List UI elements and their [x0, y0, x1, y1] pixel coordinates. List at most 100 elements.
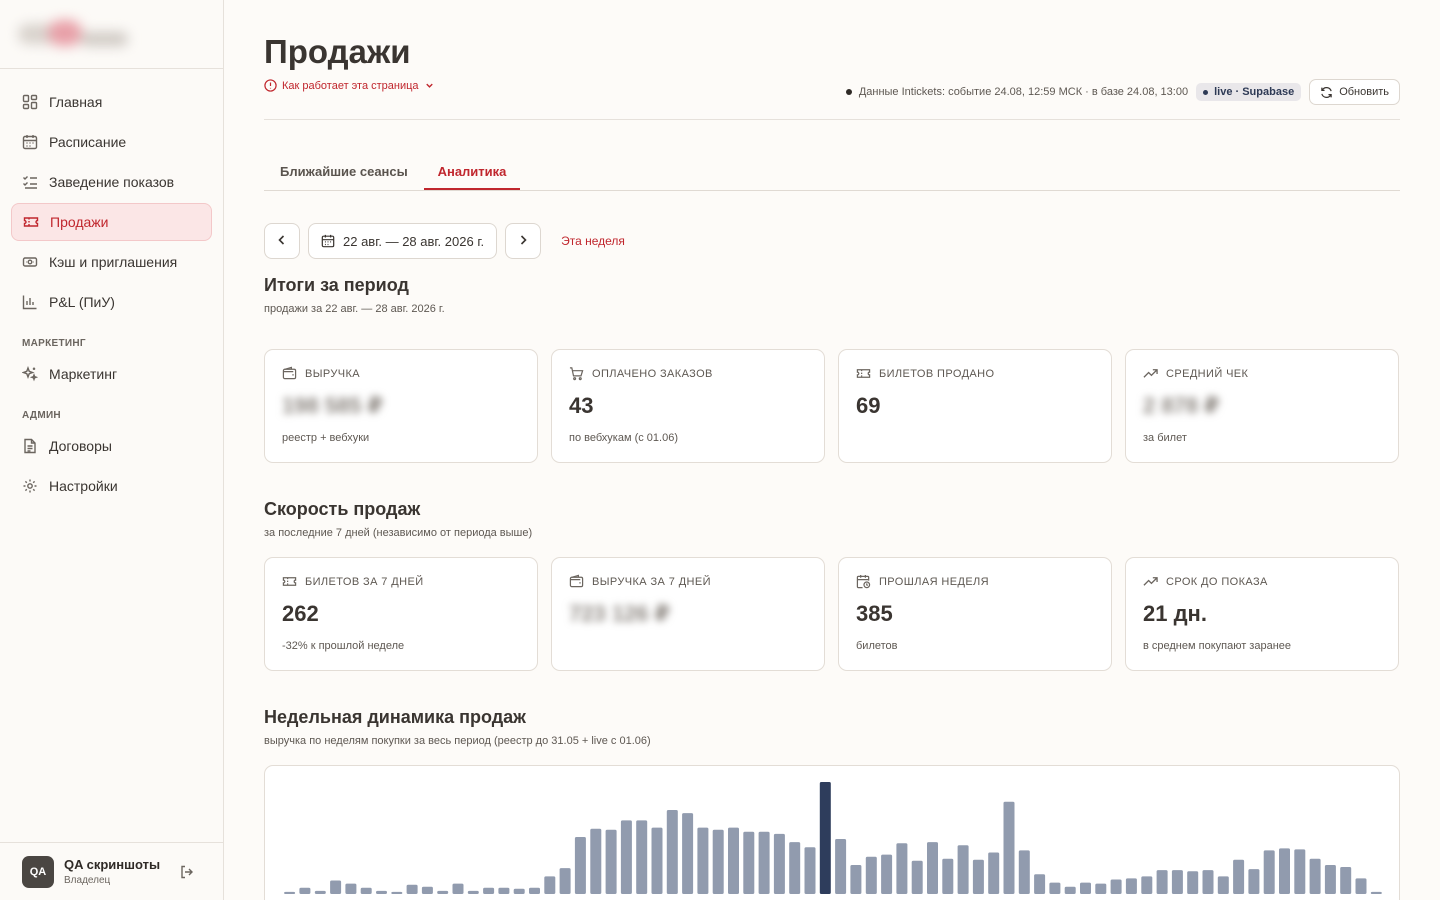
chart-bar[interactable]: [620, 820, 632, 894]
date-range-picker[interactable]: 22 авг. — 28 авг. 2026 г.: [308, 223, 498, 259]
chart-bar[interactable]: [911, 860, 923, 894]
list-check-icon: [22, 174, 38, 190]
chart-bar[interactable]: [513, 888, 525, 894]
chart-bar[interactable]: [988, 852, 1000, 895]
chart-bar[interactable]: [1003, 801, 1015, 894]
chart-bar[interactable]: [284, 891, 296, 894]
chart-bar[interactable]: [1294, 849, 1306, 894]
chart-bar[interactable]: [529, 887, 540, 894]
chart-bar[interactable]: [1217, 876, 1229, 894]
chart-bar[interactable]: [1171, 870, 1183, 894]
sidebar-item-cash[interactable]: Кэш и приглашения: [11, 243, 212, 281]
sidebar-item-shows[interactable]: Заведение показов: [11, 163, 212, 201]
chart-bar[interactable]: [1263, 850, 1275, 894]
chart-bar[interactable]: [437, 890, 449, 894]
chart-bar[interactable]: [789, 842, 801, 894]
chart-bar[interactable]: [1187, 871, 1199, 894]
chart-bar[interactable]: [1049, 882, 1061, 894]
chart-bar[interactable]: [467, 890, 479, 894]
chart-bar[interactable]: [697, 827, 709, 894]
sidebar-item-home[interactable]: Главная: [11, 83, 212, 121]
speed-cards: БИЛЕТОВ ЗА 7 ДНЕЙ 262 -32% к прошлой нед…: [264, 557, 1400, 671]
chart-bar[interactable]: [421, 886, 433, 894]
section-subtitle-weekly: выручка по неделям покупки за весь перио…: [264, 735, 651, 747]
chart-bar[interactable]: [360, 887, 372, 894]
avatar[interactable]: QA: [22, 855, 54, 888]
chart-bar[interactable]: [927, 842, 938, 894]
sidebar-item-marketing[interactable]: Маркетинг: [11, 355, 212, 393]
sidebar-item-pnl[interactable]: P&L (ПиУ): [11, 283, 212, 321]
logout-icon[interactable]: [179, 864, 195, 880]
chart-bar[interactable]: [1156, 870, 1168, 894]
chart-bar[interactable]: [850, 865, 862, 894]
chart-bar[interactable]: [391, 891, 403, 894]
chart-bar[interactable]: [758, 831, 770, 894]
chart-bar[interactable]: [1034, 874, 1046, 894]
chart-bar[interactable]: [896, 843, 908, 894]
chevron-right-icon: [516, 233, 530, 250]
help-link[interactable]: Как работает эта страница: [264, 79, 435, 92]
trending-up-icon: [1143, 574, 1158, 589]
chart-bar-current-week[interactable]: [819, 782, 831, 894]
refresh-button[interactable]: Обновить: [1309, 79, 1400, 105]
chart-bar[interactable]: [544, 876, 556, 894]
chart-bar[interactable]: [682, 813, 694, 894]
next-week-button[interactable]: [505, 223, 542, 259]
chart-bar[interactable]: [483, 887, 495, 894]
chart-bar[interactable]: [345, 883, 357, 894]
this-week-link[interactable]: Эта неделя: [561, 234, 625, 248]
chart-bar[interactable]: [574, 837, 586, 894]
chart-bar[interactable]: [1202, 870, 1214, 894]
chart-bar[interactable]: [1248, 869, 1260, 894]
chart-bar[interactable]: [498, 887, 510, 894]
chart-bar[interactable]: [376, 890, 387, 894]
chart-bar[interactable]: [1370, 891, 1382, 894]
chart-bar[interactable]: [804, 847, 816, 894]
chart-bar[interactable]: [666, 810, 678, 894]
chart-bar[interactable]: [314, 890, 326, 894]
chart-bar[interactable]: [743, 831, 755, 894]
chart-bar[interactable]: [1233, 859, 1245, 894]
chart-bar[interactable]: [712, 829, 724, 894]
metric-note: билетов: [856, 640, 898, 652]
chart-bar[interactable]: [728, 827, 739, 894]
chart-bar[interactable]: [1309, 858, 1321, 894]
chart-bar[interactable]: [835, 839, 847, 894]
chart-bar[interactable]: [330, 880, 342, 895]
chart-bar[interactable]: [1324, 865, 1336, 894]
sidebar-item-schedule[interactable]: Расписание: [11, 123, 212, 161]
sidebar-item-contracts[interactable]: Договоры: [11, 427, 212, 465]
chart-bar[interactable]: [1064, 886, 1076, 894]
chart-bar[interactable]: [452, 883, 464, 894]
sidebar-item-settings[interactable]: Настройки: [11, 467, 212, 505]
chart-bar[interactable]: [1141, 876, 1153, 894]
chart-bar[interactable]: [1340, 867, 1352, 894]
chart-bar[interactable]: [881, 854, 893, 894]
logo[interactable]: [18, 18, 130, 54]
chart-bar[interactable]: [605, 829, 617, 894]
chart-bar[interactable]: [942, 858, 954, 894]
chart-bar[interactable]: [406, 884, 418, 894]
chart-bar[interactable]: [865, 856, 877, 894]
chart-bar[interactable]: [1080, 882, 1091, 894]
chart-bar[interactable]: [1279, 848, 1290, 894]
calendar-icon: [22, 134, 38, 150]
tab-upcoming-sessions[interactable]: Ближайшие сеансы: [280, 154, 408, 190]
chart-bar[interactable]: [1018, 850, 1030, 894]
chart-bar[interactable]: [1125, 878, 1137, 894]
prev-week-button[interactable]: [264, 223, 300, 259]
tab-analytics[interactable]: Аналитика: [424, 154, 520, 190]
chart-bar[interactable]: [957, 845, 969, 894]
chart-bar[interactable]: [1095, 883, 1107, 894]
chart-bar[interactable]: [1355, 878, 1367, 894]
chart-bar[interactable]: [1110, 879, 1122, 895]
sidebar-item-sales[interactable]: Продажи: [11, 203, 212, 241]
chart-bar[interactable]: [773, 833, 785, 894]
chart-bar[interactable]: [559, 868, 571, 894]
chart-bar[interactable]: [972, 859, 984, 894]
section-subtitle-period: продажи за 22 авг. — 28 авг. 2026 г.: [264, 303, 445, 315]
chart-bar[interactable]: [651, 827, 663, 894]
chart-bar[interactable]: [636, 820, 648, 894]
chart-bar[interactable]: [590, 828, 602, 894]
chart-bar[interactable]: [299, 887, 311, 894]
